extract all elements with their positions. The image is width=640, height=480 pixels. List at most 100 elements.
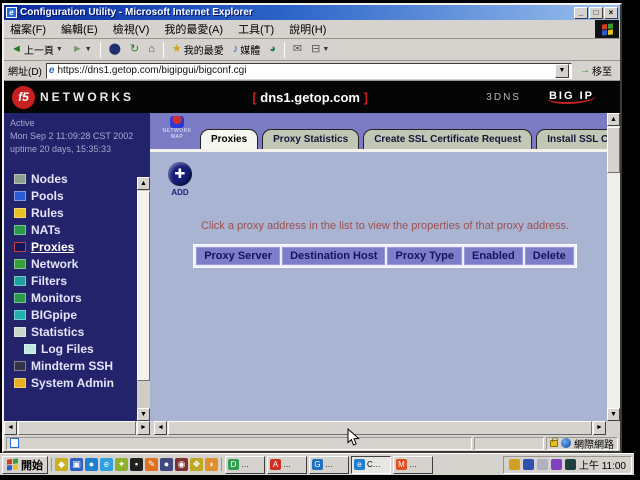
quick-launch-icon[interactable]: ✦ xyxy=(115,458,128,471)
col-delete[interactable]: Delete xyxy=(525,247,574,265)
quick-launch-icon[interactable]: ❖ xyxy=(190,458,203,471)
tray-icon[interactable] xyxy=(509,459,520,470)
sidebar-vertical-scrollbar[interactable]: ▲ ▼ xyxy=(137,177,150,421)
quick-launch-icon[interactable]: ◉ xyxy=(175,458,188,471)
address-url[interactable]: https://dns1.getop.com/bigipgui/bigconf.… xyxy=(57,65,552,76)
tray-icon[interactable] xyxy=(565,459,576,470)
toolbar-separator xyxy=(163,42,164,58)
scroll-left-icon[interactable]: ◄ xyxy=(154,421,167,435)
scroll-right-icon[interactable]: ► xyxy=(593,421,606,435)
menu-file[interactable]: 檔案(F) xyxy=(10,21,46,37)
task-button[interactable]: D… xyxy=(225,456,265,474)
task-button[interactable]: A… xyxy=(267,456,307,474)
sidebar-item-proxies[interactable]: Proxies xyxy=(14,238,148,255)
sidebar-item-bigpipe[interactable]: BIGpipe xyxy=(14,306,148,323)
back-button[interactable]: ◄ 上一頁 ▼ xyxy=(8,41,66,58)
device-hostname: [ dns1.getop.com ] xyxy=(134,90,486,105)
quick-launch-icon[interactable]: ◆ xyxy=(55,458,68,471)
task-buttons: D… A… G… eC… M… xyxy=(225,456,500,474)
scrollbar-thumb[interactable] xyxy=(18,421,136,435)
status-spacer-pane xyxy=(474,437,544,450)
tray-icon[interactable] xyxy=(551,459,562,470)
sidebar-item-monitors[interactable]: Monitors xyxy=(14,289,148,306)
task-button-active[interactable]: eC… xyxy=(351,456,391,474)
address-input[interactable]: e https://dns1.getop.com/bigipgui/bigcon… xyxy=(46,63,572,79)
address-dropdown-icon[interactable]: ▼ xyxy=(555,64,569,78)
forward-button[interactable]: ► ▼ xyxy=(69,43,95,56)
add-icon[interactable]: ✚ xyxy=(168,162,192,186)
tray-icon[interactable] xyxy=(523,459,534,470)
col-destination-host[interactable]: Destination Host xyxy=(282,247,385,265)
proxies-icon xyxy=(14,242,26,252)
print-button[interactable]: ⊟ ▼ xyxy=(308,43,332,56)
quick-launch-icon[interactable]: ▪ xyxy=(130,458,143,471)
network-map-button[interactable]: NETWORK MAP xyxy=(156,116,198,140)
col-enabled[interactable]: Enabled xyxy=(464,247,523,265)
network-map-label: NETWORK MAP xyxy=(156,128,198,140)
windows-flag-icon xyxy=(602,23,613,35)
menu-tools[interactable]: 工具(T) xyxy=(238,21,274,37)
scrollbar-thumb[interactable] xyxy=(607,127,620,173)
log-files-icon xyxy=(24,344,36,354)
sidebar-item-log-files[interactable]: Log Files xyxy=(14,340,148,357)
menu-favorites[interactable]: 我的最愛(A) xyxy=(164,21,223,37)
scrollbar-thumb[interactable] xyxy=(137,191,150,381)
back-dropdown-icon[interactable]: ▼ xyxy=(56,46,63,53)
home-button[interactable]: ⌂ xyxy=(145,43,158,56)
quick-launch-icon[interactable]: ◗ xyxy=(205,458,218,471)
quick-launch-icon[interactable]: e xyxy=(100,458,113,471)
sidebar-item-rules[interactable]: Rules xyxy=(14,204,148,221)
menu-edit[interactable]: 編輯(E) xyxy=(61,21,98,37)
start-button[interactable]: 開始 xyxy=(2,456,48,474)
sidebar-item-nats[interactable]: NATs xyxy=(14,221,148,238)
sidebar-horizontal-scrollbar[interactable]: ◄ ► xyxy=(4,421,150,435)
stop-button[interactable]: ⬤ xyxy=(106,43,124,56)
link-bigip[interactable]: BIG IP xyxy=(547,90,596,104)
forward-dropdown-icon[interactable]: ▼ xyxy=(85,46,92,53)
task-button[interactable]: M… xyxy=(393,456,433,474)
tray-icon[interactable] xyxy=(537,459,548,470)
history-button[interactable]: ◕ xyxy=(266,43,279,56)
main-vertical-scrollbar[interactable]: ▲ ▼ xyxy=(607,113,620,421)
close-button[interactable]: × xyxy=(604,7,618,19)
scroll-down-icon[interactable]: ▼ xyxy=(607,408,620,421)
go-button[interactable]: → 移至 xyxy=(576,63,616,79)
maximize-button[interactable]: □ xyxy=(589,7,603,19)
sidebar-item-mindterm-ssh[interactable]: Mindterm SSH xyxy=(14,357,148,374)
quick-launch-icon[interactable]: ● xyxy=(160,458,173,471)
tab-proxy-statistics[interactable]: Proxy Statistics xyxy=(262,129,359,149)
scroll-up-icon[interactable]: ▲ xyxy=(137,177,150,190)
scroll-right-icon[interactable]: ► xyxy=(137,421,150,435)
media-button[interactable]: ♪ 媒體 xyxy=(230,41,264,58)
mail-button[interactable]: ✉ xyxy=(290,43,305,56)
add-proxy-control[interactable]: ✚ ADD xyxy=(168,162,192,197)
quick-launch-icon[interactable]: ▣ xyxy=(70,458,83,471)
sidebar-item-pools[interactable]: Pools xyxy=(14,187,148,204)
scroll-up-icon[interactable]: ▲ xyxy=(607,113,620,126)
print-dropdown-icon[interactable]: ▼ xyxy=(322,46,329,53)
clock[interactable]: 上午 11:00 xyxy=(579,457,626,472)
scrollbar-thumb[interactable] xyxy=(168,421,592,435)
tab-create-ssl-certificate-request[interactable]: Create SSL Certificate Request xyxy=(363,129,532,149)
menu-view[interactable]: 檢視(V) xyxy=(113,21,150,37)
sidebar-item-nodes[interactable]: Nodes xyxy=(14,170,148,187)
quick-launch-icon[interactable]: ✎ xyxy=(145,458,158,471)
main-horizontal-scrollbar[interactable]: ◄ ► xyxy=(154,421,606,435)
sidebar-item-system-admin[interactable]: System Admin xyxy=(14,374,148,391)
sidebar-item-statistics[interactable]: Statistics xyxy=(14,323,148,340)
title-bar[interactable]: e Configuration Utility - Microsoft Inte… xyxy=(4,5,620,20)
task-button[interactable]: G… xyxy=(309,456,349,474)
favorites-button[interactable]: ★ 我的最愛 xyxy=(169,41,227,58)
sidebar-item-network[interactable]: Network xyxy=(14,255,148,272)
scroll-left-icon[interactable]: ◄ xyxy=(4,421,17,435)
sidebar-item-filters[interactable]: Filters xyxy=(14,272,148,289)
col-proxy-server[interactable]: Proxy Server xyxy=(196,247,280,265)
refresh-button[interactable]: ↻ xyxy=(127,43,142,56)
scroll-down-icon[interactable]: ▼ xyxy=(137,408,150,421)
link-3dns[interactable]: 3DNS xyxy=(486,92,521,103)
tab-proxies[interactable]: Proxies xyxy=(200,129,258,149)
minimize-button[interactable]: _ xyxy=(574,7,588,19)
menu-help[interactable]: 說明(H) xyxy=(289,21,326,37)
col-proxy-type[interactable]: Proxy Type xyxy=(387,247,462,265)
quick-launch-icon[interactable]: ● xyxy=(85,458,98,471)
